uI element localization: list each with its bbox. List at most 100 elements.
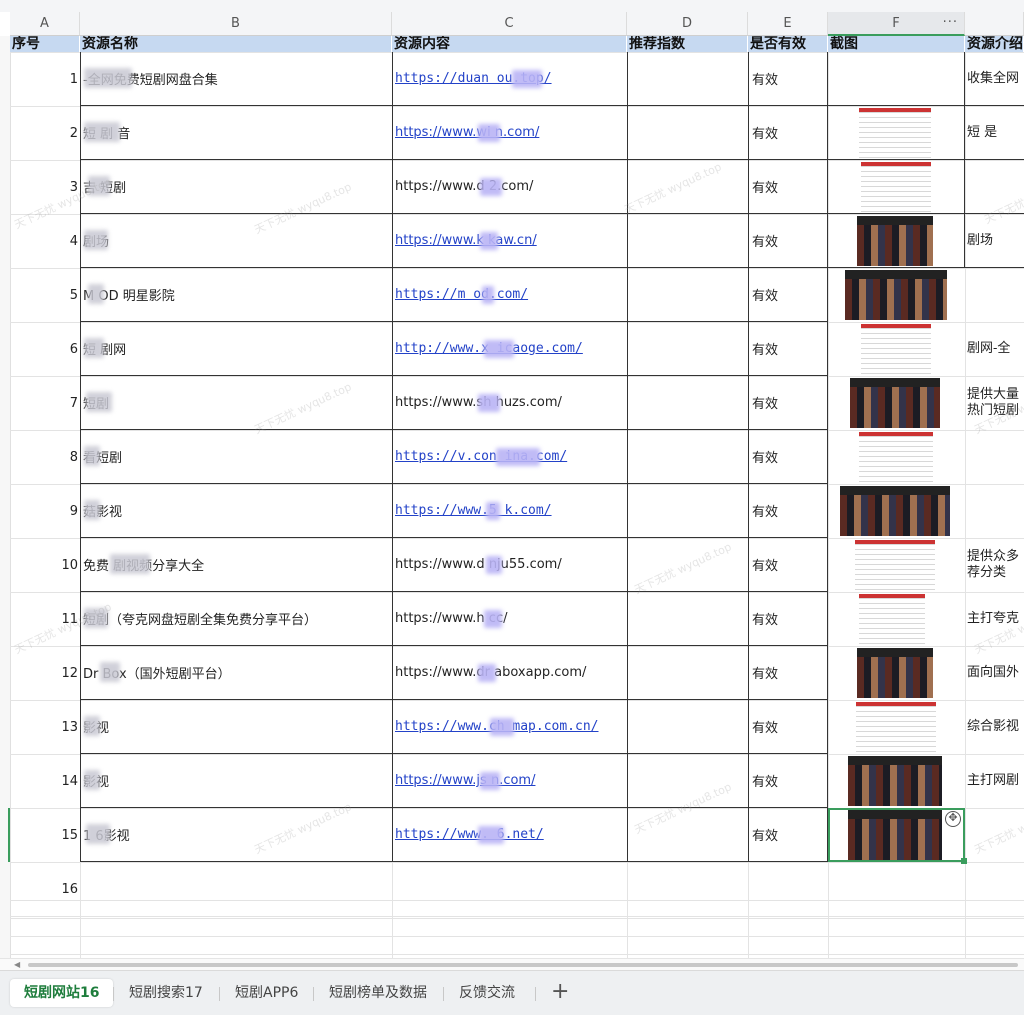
site-screenshot-thumbnail[interactable] — [859, 432, 933, 482]
add-sheet-icon[interactable]: + — [551, 979, 569, 1007]
rating-cell[interactable] — [627, 160, 748, 214]
redaction-blur — [84, 68, 132, 88]
resource-url-link[interactable]: https://v.con ina.com/ — [395, 449, 567, 464]
site-screenshot-thumbnail[interactable] — [859, 108, 931, 158]
site-screenshot-thumbnail[interactable] — [856, 702, 936, 752]
rating-cell[interactable] — [627, 538, 748, 592]
redaction-blur — [484, 610, 502, 628]
rating-cell[interactable] — [627, 376, 748, 430]
redaction-blur — [84, 446, 100, 466]
selection-fill-handle[interactable] — [961, 858, 967, 864]
redaction-blur — [84, 500, 100, 520]
redaction-blur — [100, 662, 120, 682]
rating-cell[interactable] — [627, 754, 748, 808]
resource-url-cell: https://www.js n.com/ — [392, 754, 627, 808]
resource-url-link[interactable]: https://www.d nju55.com/ — [395, 557, 562, 572]
gridline — [10, 954, 1024, 955]
thumbnail-header-bar — [861, 162, 931, 166]
valid-status: 有效 — [748, 592, 828, 646]
resource-url-link[interactable]: https://www.k kaw.cn/ — [395, 233, 537, 248]
valid-status: 有效 — [748, 52, 828, 106]
rating-cell[interactable] — [627, 106, 748, 160]
resource-url-link[interactable]: https://www.js n.com/ — [395, 773, 535, 788]
site-screenshot-thumbnail[interactable] — [848, 810, 942, 860]
rating-cell[interactable] — [627, 52, 748, 106]
resource-name: 短 剧网 — [80, 322, 392, 376]
resource-name: 影视 — [80, 754, 392, 808]
column-header-f[interactable]: F ··· — [828, 12, 965, 36]
site-screenshot-thumbnail[interactable] — [840, 486, 950, 536]
redaction-blur — [478, 826, 504, 844]
sheet-tab[interactable]: 短剧网站16 — [10, 979, 114, 1007]
resource-url-cell: https://www.d nju55.com/ — [392, 538, 627, 592]
site-screenshot-thumbnail[interactable] — [857, 648, 933, 698]
redaction-blur — [86, 824, 110, 844]
resource-url-link[interactable]: https://www.5 k.com/ — [395, 503, 552, 518]
column-header-b[interactable]: B — [80, 12, 392, 36]
resource-url-cell: https://www.k kaw.cn/ — [392, 214, 627, 268]
rating-cell[interactable] — [627, 268, 748, 322]
thumbnail-header-bar — [861, 324, 931, 328]
column-header-c[interactable]: C — [392, 12, 627, 36]
column-more-icon[interactable]: ··· — [943, 11, 958, 35]
site-screenshot-thumbnail[interactable] — [861, 162, 931, 212]
sheet-tab[interactable]: 短剧搜索17 — [115, 979, 217, 1007]
gridline — [10, 862, 1024, 863]
resource-url-cell: https://duan ou.top/ — [392, 52, 627, 106]
resource-url-cell: https://www.5 k.com/ — [392, 484, 627, 538]
rating-cell[interactable] — [627, 484, 748, 538]
resource-url-link[interactable]: https://www.d 2.com/ — [395, 179, 533, 194]
site-screenshot-thumbnail[interactable] — [859, 594, 925, 644]
header-rating: 推荐指数 — [627, 36, 748, 52]
rating-cell[interactable] — [627, 592, 748, 646]
redaction-blur — [84, 770, 100, 790]
resource-name: 菇影视 — [80, 484, 392, 538]
scrollbar-thumb[interactable] — [28, 963, 1018, 967]
site-screenshot-thumbnail[interactable] — [848, 756, 942, 806]
rating-cell[interactable] — [627, 808, 748, 862]
sheet-tab[interactable]: 短剧APP6 — [221, 979, 312, 1007]
valid-status: 有效 — [748, 646, 828, 700]
resource-url-cell: https://www.sh huzs.com/ — [392, 376, 627, 430]
spreadsheet-grid[interactable]: A B C D E F ··· 序号 资源名称 资源内容 推荐指数 是否有效 截图 资源介绍 1 -全网免费… — [0, 0, 1024, 960]
screenshot-cell[interactable] — [828, 52, 965, 106]
sheet-tab[interactable]: 反馈交流 — [445, 979, 529, 1007]
valid-status: 有效 — [748, 808, 828, 862]
resource-url-link[interactable]: https://www.wi n.com/ — [395, 125, 539, 140]
row-number: 4 — [69, 233, 78, 249]
gridline — [10, 918, 1024, 919]
site-screenshot-thumbnail[interactable] — [845, 270, 947, 320]
resource-name: 吉 短剧 — [80, 160, 392, 214]
column-header-e[interactable]: E — [748, 12, 828, 36]
site-screenshot-thumbnail[interactable] — [850, 378, 940, 428]
rating-cell[interactable] — [627, 322, 748, 376]
valid-status: 有效 — [748, 214, 828, 268]
header-content: 资源内容 — [392, 36, 627, 52]
row-number: 11 — [61, 611, 78, 627]
rating-cell[interactable] — [627, 430, 748, 484]
rating-cell[interactable] — [627, 700, 748, 754]
rating-cell[interactable] — [627, 214, 748, 268]
redaction-blur — [84, 338, 104, 358]
redaction-blur — [88, 176, 110, 196]
valid-status: 有效 — [748, 160, 828, 214]
site-screenshot-thumbnail[interactable] — [861, 324, 931, 374]
resource-name: 短 剧 音 — [80, 106, 392, 160]
resource-url-link[interactable]: https://www. 6.net/ — [395, 827, 544, 842]
row-number: 10 — [61, 557, 78, 573]
row-number: 1 — [69, 71, 78, 87]
row-number: 16 — [61, 881, 78, 897]
redaction-blur — [482, 286, 494, 304]
resource-url-link[interactable]: https://m od.com/ — [395, 287, 528, 302]
column-header-a[interactable]: A — [10, 12, 80, 36]
site-screenshot-thumbnail[interactable] — [857, 216, 933, 266]
sheet-tab[interactable]: 短剧榜单及数据 — [315, 979, 441, 1007]
resource-intro: 剧场 — [965, 214, 1024, 268]
rating-cell[interactable] — [627, 646, 748, 700]
thumbnail-header-bar — [859, 432, 933, 436]
column-header-g[interactable] — [965, 12, 1024, 36]
move-icon[interactable]: ✥ — [945, 811, 961, 827]
column-header-d[interactable]: D — [627, 12, 748, 36]
site-screenshot-thumbnail[interactable] — [855, 540, 935, 590]
column-letter: B — [231, 16, 240, 31]
